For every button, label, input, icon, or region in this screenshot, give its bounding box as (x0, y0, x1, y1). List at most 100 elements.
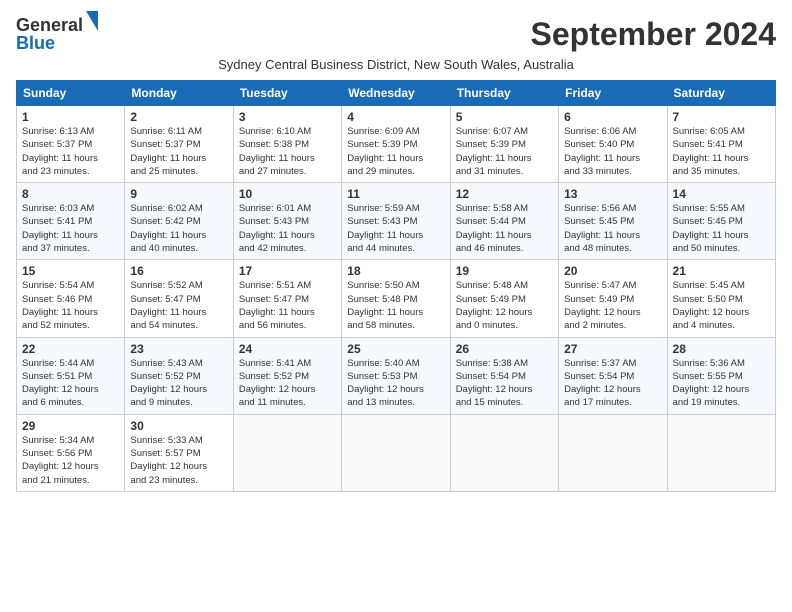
calendar-day-cell: 27Sunrise: 5:37 AM Sunset: 5:54 PM Dayli… (559, 337, 667, 414)
day-info: Sunrise: 5:51 AM Sunset: 5:47 PM Dayligh… (239, 279, 336, 332)
calendar-day-cell: 30Sunrise: 5:33 AM Sunset: 5:57 PM Dayli… (125, 414, 233, 491)
day-info: Sunrise: 5:41 AM Sunset: 5:52 PM Dayligh… (239, 357, 336, 410)
calendar-day-cell: 13Sunrise: 5:56 AM Sunset: 5:45 PM Dayli… (559, 183, 667, 260)
day-number: 17 (239, 264, 336, 278)
calendar-day-cell: 22Sunrise: 5:44 AM Sunset: 5:51 PM Dayli… (17, 337, 125, 414)
calendar-day-cell: 25Sunrise: 5:40 AM Sunset: 5:53 PM Dayli… (342, 337, 450, 414)
logo: General Blue (16, 16, 98, 52)
day-info: Sunrise: 5:59 AM Sunset: 5:43 PM Dayligh… (347, 202, 444, 255)
day-of-week-header: Saturday (667, 81, 775, 106)
day-info: Sunrise: 5:55 AM Sunset: 5:45 PM Dayligh… (673, 202, 770, 255)
calendar-day-cell: 3Sunrise: 6:10 AM Sunset: 5:38 PM Daylig… (233, 106, 341, 183)
day-of-week-header: Wednesday (342, 81, 450, 106)
calendar-day-cell: 8Sunrise: 6:03 AM Sunset: 5:41 PM Daylig… (17, 183, 125, 260)
calendar-week-row: 1Sunrise: 6:13 AM Sunset: 5:37 PM Daylig… (17, 106, 776, 183)
day-number: 21 (673, 264, 770, 278)
calendar-day-cell (667, 414, 775, 491)
calendar-day-cell: 16Sunrise: 5:52 AM Sunset: 5:47 PM Dayli… (125, 260, 233, 337)
day-number: 28 (673, 342, 770, 356)
day-number: 2 (130, 110, 227, 124)
calendar-header: SundayMondayTuesdayWednesdayThursdayFrid… (17, 81, 776, 106)
day-number: 8 (22, 187, 119, 201)
calendar-day-cell: 10Sunrise: 6:01 AM Sunset: 5:43 PM Dayli… (233, 183, 341, 260)
day-number: 15 (22, 264, 119, 278)
logo-text: General Blue (16, 16, 98, 52)
calendar-day-cell: 20Sunrise: 5:47 AM Sunset: 5:49 PM Dayli… (559, 260, 667, 337)
day-info: Sunrise: 6:10 AM Sunset: 5:38 PM Dayligh… (239, 125, 336, 178)
calendar-day-cell: 14Sunrise: 5:55 AM Sunset: 5:45 PM Dayli… (667, 183, 775, 260)
month-title: September 2024 (531, 16, 776, 53)
day-info: Sunrise: 5:48 AM Sunset: 5:49 PM Dayligh… (456, 279, 553, 332)
day-number: 23 (130, 342, 227, 356)
calendar-day-cell: 4Sunrise: 6:09 AM Sunset: 5:39 PM Daylig… (342, 106, 450, 183)
day-of-week-header: Thursday (450, 81, 558, 106)
day-info: Sunrise: 6:02 AM Sunset: 5:42 PM Dayligh… (130, 202, 227, 255)
day-number: 1 (22, 110, 119, 124)
day-info: Sunrise: 5:40 AM Sunset: 5:53 PM Dayligh… (347, 357, 444, 410)
calendar-day-cell: 18Sunrise: 5:50 AM Sunset: 5:48 PM Dayli… (342, 260, 450, 337)
day-info: Sunrise: 6:05 AM Sunset: 5:41 PM Dayligh… (673, 125, 770, 178)
day-info: Sunrise: 5:36 AM Sunset: 5:55 PM Dayligh… (673, 357, 770, 410)
day-number: 4 (347, 110, 444, 124)
day-number: 26 (456, 342, 553, 356)
calendar-week-row: 22Sunrise: 5:44 AM Sunset: 5:51 PM Dayli… (17, 337, 776, 414)
calendar-day-cell: 19Sunrise: 5:48 AM Sunset: 5:49 PM Dayli… (450, 260, 558, 337)
calendar-day-cell (450, 414, 558, 491)
day-of-week-header: Monday (125, 81, 233, 106)
day-number: 7 (673, 110, 770, 124)
day-number: 11 (347, 187, 444, 201)
calendar-day-cell: 12Sunrise: 5:58 AM Sunset: 5:44 PM Dayli… (450, 183, 558, 260)
page-header: General Blue September 2024 (16, 16, 776, 53)
day-number: 19 (456, 264, 553, 278)
day-info: Sunrise: 5:34 AM Sunset: 5:56 PM Dayligh… (22, 434, 119, 487)
day-info: Sunrise: 5:43 AM Sunset: 5:52 PM Dayligh… (130, 357, 227, 410)
day-info: Sunrise: 6:09 AM Sunset: 5:39 PM Dayligh… (347, 125, 444, 178)
day-number: 24 (239, 342, 336, 356)
calendar-day-cell (559, 414, 667, 491)
calendar-day-cell: 28Sunrise: 5:36 AM Sunset: 5:55 PM Dayli… (667, 337, 775, 414)
day-of-week-header: Friday (559, 81, 667, 106)
day-number: 20 (564, 264, 661, 278)
day-number: 16 (130, 264, 227, 278)
day-info: Sunrise: 5:54 AM Sunset: 5:46 PM Dayligh… (22, 279, 119, 332)
day-of-week-header: Tuesday (233, 81, 341, 106)
calendar-day-cell: 17Sunrise: 5:51 AM Sunset: 5:47 PM Dayli… (233, 260, 341, 337)
day-info: Sunrise: 5:33 AM Sunset: 5:57 PM Dayligh… (130, 434, 227, 487)
day-info: Sunrise: 5:45 AM Sunset: 5:50 PM Dayligh… (673, 279, 770, 332)
calendar-day-cell: 26Sunrise: 5:38 AM Sunset: 5:54 PM Dayli… (450, 337, 558, 414)
calendar-day-cell: 15Sunrise: 5:54 AM Sunset: 5:46 PM Dayli… (17, 260, 125, 337)
day-number: 6 (564, 110, 661, 124)
calendar-week-row: 8Sunrise: 6:03 AM Sunset: 5:41 PM Daylig… (17, 183, 776, 260)
calendar-day-cell: 5Sunrise: 6:07 AM Sunset: 5:39 PM Daylig… (450, 106, 558, 183)
logo-triangle-icon (86, 11, 98, 31)
day-of-week-header: Sunday (17, 81, 125, 106)
day-info: Sunrise: 6:11 AM Sunset: 5:37 PM Dayligh… (130, 125, 227, 178)
day-number: 13 (564, 187, 661, 201)
calendar-day-cell: 11Sunrise: 5:59 AM Sunset: 5:43 PM Dayli… (342, 183, 450, 260)
day-info: Sunrise: 6:01 AM Sunset: 5:43 PM Dayligh… (239, 202, 336, 255)
day-info: Sunrise: 5:52 AM Sunset: 5:47 PM Dayligh… (130, 279, 227, 332)
logo-blue-text: Blue (16, 34, 98, 52)
day-number: 25 (347, 342, 444, 356)
days-of-week-row: SundayMondayTuesdayWednesdayThursdayFrid… (17, 81, 776, 106)
day-number: 29 (22, 419, 119, 433)
calendar-body: 1Sunrise: 6:13 AM Sunset: 5:37 PM Daylig… (17, 106, 776, 492)
day-number: 14 (673, 187, 770, 201)
day-info: Sunrise: 5:50 AM Sunset: 5:48 PM Dayligh… (347, 279, 444, 332)
day-info: Sunrise: 5:56 AM Sunset: 5:45 PM Dayligh… (564, 202, 661, 255)
day-number: 10 (239, 187, 336, 201)
day-number: 12 (456, 187, 553, 201)
calendar-day-cell (342, 414, 450, 491)
calendar-day-cell: 24Sunrise: 5:41 AM Sunset: 5:52 PM Dayli… (233, 337, 341, 414)
calendar-table: SundayMondayTuesdayWednesdayThursdayFrid… (16, 80, 776, 492)
calendar-day-cell: 21Sunrise: 5:45 AM Sunset: 5:50 PM Dayli… (667, 260, 775, 337)
day-info: Sunrise: 6:13 AM Sunset: 5:37 PM Dayligh… (22, 125, 119, 178)
calendar-day-cell: 29Sunrise: 5:34 AM Sunset: 5:56 PM Dayli… (17, 414, 125, 491)
day-number: 22 (22, 342, 119, 356)
logo-general-text: General (16, 16, 83, 34)
calendar-day-cell: 1Sunrise: 6:13 AM Sunset: 5:37 PM Daylig… (17, 106, 125, 183)
day-info: Sunrise: 5:44 AM Sunset: 5:51 PM Dayligh… (22, 357, 119, 410)
logo-line-general: General (16, 16, 98, 34)
calendar-day-cell: 23Sunrise: 5:43 AM Sunset: 5:52 PM Dayli… (125, 337, 233, 414)
day-info: Sunrise: 5:38 AM Sunset: 5:54 PM Dayligh… (456, 357, 553, 410)
